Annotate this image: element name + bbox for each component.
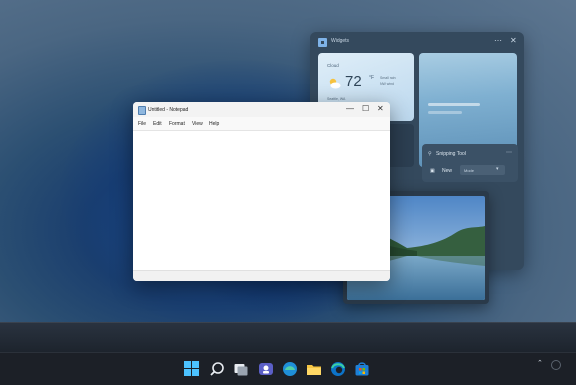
weather-unit: °F — [369, 75, 375, 81]
tray-chevron-icon[interactable]: ⌃ — [537, 359, 543, 367]
menu-view[interactable]: View — [192, 121, 203, 127]
edge-browser-icon[interactable] — [330, 361, 346, 377]
widgets-icon — [318, 38, 327, 47]
desk-surface — [0, 322, 576, 352]
partly-cloudy-icon — [329, 78, 341, 89]
minimize-button[interactable]: — — [346, 103, 354, 115]
more-options-icon[interactable]: ⋯ — [494, 36, 502, 46]
weather-detail-line: NW wind — [380, 82, 395, 86]
widgets-header: Widgets ⋯ ✕ — [310, 32, 524, 52]
snipping-tool-title: Snipping Tool — [436, 151, 466, 157]
menu-bar: File Edit Format View Help — [133, 118, 390, 129]
snip-mode-label: Mode — [464, 167, 475, 173]
more-options-icon[interactable]: ⋯ — [506, 149, 512, 156]
notification-icon[interactable] — [551, 360, 561, 370]
snipping-tool-icon: ⚲ — [428, 151, 432, 157]
chevron-down-icon[interactable]: ▾ — [496, 166, 499, 172]
notepad-icon — [138, 106, 146, 115]
menu-help[interactable]: Help — [209, 121, 219, 127]
taskbar — [0, 352, 576, 385]
weather-temperature: 72 — [345, 73, 362, 90]
search-icon[interactable] — [209, 361, 225, 377]
placeholder-line — [428, 111, 462, 114]
file-explorer-icon[interactable] — [306, 361, 322, 377]
status-bar — [133, 270, 390, 281]
edge-icon[interactable] — [282, 361, 298, 377]
menu-format[interactable]: Format — [169, 121, 185, 127]
close-icon[interactable]: ✕ — [510, 36, 517, 46]
store-icon[interactable] — [354, 361, 370, 377]
weather-location: Seattle, WA — [327, 97, 346, 101]
weather-condition: Cloud — [327, 63, 339, 68]
widgets-title: Widgets — [331, 38, 350, 44]
weather-details: Small rain NW wind — [380, 75, 396, 87]
snipping-tool-widget[interactable]: ⚲ Snipping Tool ⋯ ▣ New Mode ▾ — [422, 144, 518, 182]
task-view-icon[interactable] — [233, 361, 249, 377]
notepad-window[interactable]: Untitled - Notepad — ☐ ✕ File Edit Forma… — [133, 102, 390, 281]
menu-file[interactable]: File — [138, 121, 146, 127]
start-icon[interactable] — [184, 361, 200, 377]
window-title: Untitled - Notepad — [148, 106, 189, 113]
camera-icon[interactable]: ▣ — [430, 168, 435, 174]
notepad-titlebar[interactable]: Untitled - Notepad — ☐ ✕ — [133, 102, 390, 117]
chat-icon[interactable] — [258, 361, 274, 377]
menu-edit[interactable]: Edit — [153, 121, 162, 127]
placeholder-line — [428, 103, 480, 106]
maximize-button[interactable]: ☐ — [362, 103, 369, 115]
close-button[interactable]: ✕ — [377, 103, 384, 115]
new-snip-button[interactable]: New — [442, 168, 452, 174]
text-editor-area[interactable] — [133, 130, 390, 271]
